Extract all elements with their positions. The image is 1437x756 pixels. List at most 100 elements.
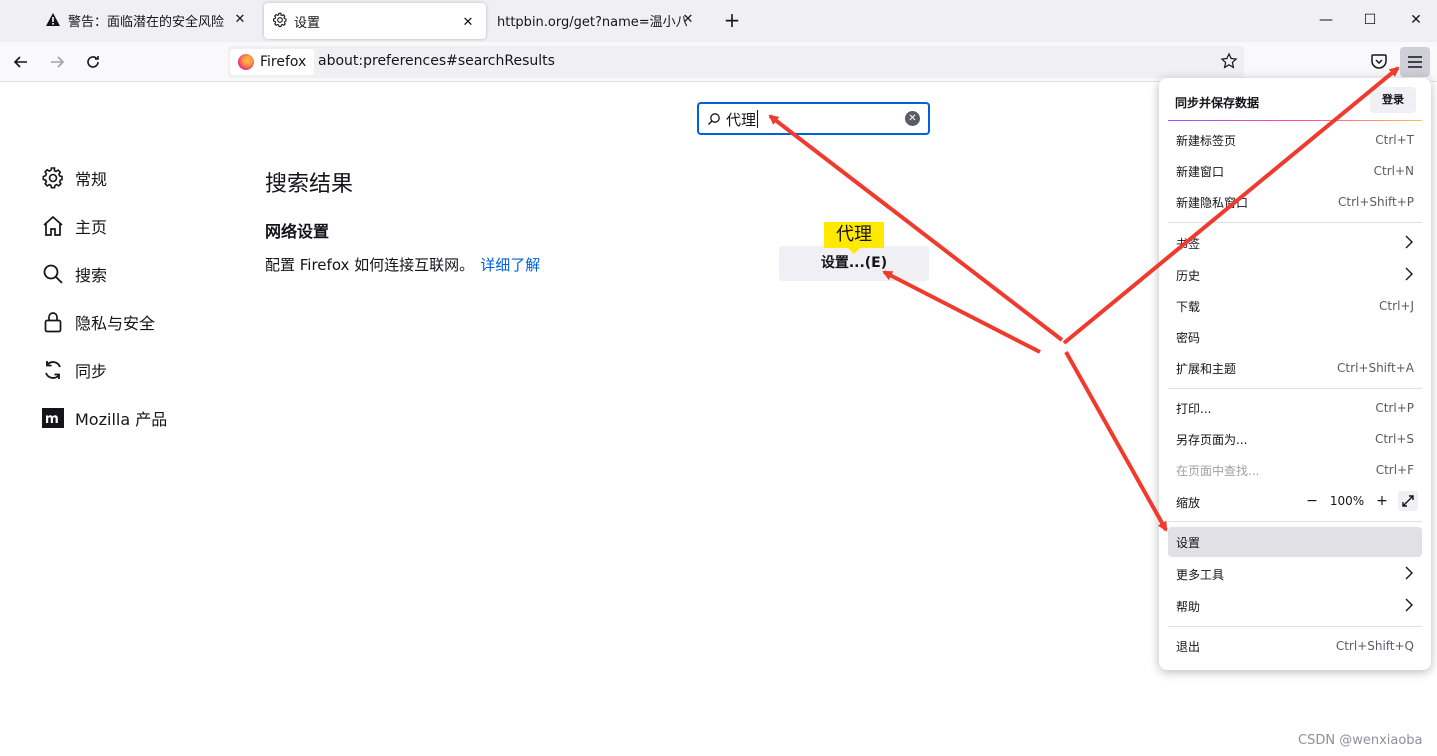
reload-icon: [87, 56, 99, 68]
url-bar[interactable]: Firefox about:preferences#searchResults: [228, 46, 1244, 78]
nav-bar: Firefox about:preferences#searchResults: [0, 42, 1437, 82]
bookmark-star-icon[interactable]: [1220, 52, 1238, 74]
menu-item-new-private-window[interactable]: 新建隐私窗口 Ctrl+Shift+P: [1168, 187, 1422, 217]
category-mozilla-products[interactable]: Mozilla 产品: [41, 406, 167, 430]
divider: [1168, 521, 1422, 522]
tab-strip: 警告：面临潜在的安全风险 ✕ 设置 ✕ httpbin.org/get?name…: [0, 0, 1437, 42]
menu-item-label: 历史: [1176, 268, 1201, 283]
category-general[interactable]: 常规: [41, 166, 107, 190]
chevron-right-icon: [1404, 235, 1414, 252]
gear-icon: [41, 166, 65, 190]
zoom-in-button[interactable]: +: [1372, 491, 1392, 511]
menu-item-new-tab[interactable]: 新建标签页 Ctrl+T: [1168, 125, 1422, 155]
menu-item-label: 退出: [1176, 639, 1201, 654]
forward-button[interactable]: [46, 51, 68, 73]
divider: [1168, 388, 1422, 389]
chevron-right-icon: [1404, 598, 1414, 615]
category-search[interactable]: 搜索: [41, 262, 107, 286]
menu-item-history[interactable]: 历史: [1168, 260, 1422, 290]
search-results-title: 搜索结果: [265, 172, 354, 197]
arrow-left-icon: [13, 56, 27, 68]
menu-item-shortcut: Ctrl+S: [1374, 432, 1414, 446]
sync-title: 同步并保存数据: [1175, 96, 1260, 110]
arrow-right-icon: [51, 56, 65, 68]
menu-item-find-in-page[interactable]: 在页面中查找... Ctrl+F: [1168, 455, 1422, 485]
category-home[interactable]: 主页: [41, 214, 107, 238]
clear-search-icon[interactable]: ✕: [905, 111, 920, 126]
close-window-button[interactable]: ✕: [1403, 8, 1429, 32]
firefox-logo-icon: [238, 54, 254, 70]
arrow-to-search-input: [768, 114, 1064, 342]
zoom-out-button[interactable]: −: [1302, 491, 1322, 511]
category-label: 搜索: [75, 266, 108, 285]
zoom-controls: − 100% +: [1302, 491, 1418, 511]
close-icon[interactable]: ✕: [680, 12, 696, 28]
menu-item-addons-themes[interactable]: 扩展和主题 Ctrl+Shift+A: [1168, 353, 1422, 383]
lock-icon: [41, 310, 65, 334]
menu-item-label: 更多工具: [1176, 567, 1225, 582]
app-menu-button[interactable]: [1400, 47, 1430, 77]
menu-item-label: 下载: [1176, 299, 1201, 314]
url-text[interactable]: about:preferences#searchResults: [318, 53, 555, 69]
menu-item-downloads[interactable]: 下载 Ctrl+J: [1168, 291, 1422, 321]
hamburger-icon: [1408, 56, 1422, 68]
mozilla-icon: [41, 406, 65, 430]
menu-item-shortcut: Ctrl+Shift+Q: [1335, 639, 1414, 653]
menu-item-label: 扩展和主题: [1176, 361, 1237, 376]
learn-more-link[interactable]: 详细了解: [480, 256, 540, 274]
menu-item-help[interactable]: 帮助: [1168, 591, 1422, 621]
menu-item-label: 新建窗口: [1176, 164, 1225, 179]
category-label: 隐私与安全: [75, 314, 156, 333]
maximize-button[interactable]: ☐: [1357, 8, 1383, 32]
menu-item-shortcut: Ctrl+N: [1373, 164, 1414, 178]
identity-box[interactable]: Firefox: [230, 49, 315, 75]
menu-item-more-tools[interactable]: 更多工具: [1168, 559, 1422, 589]
divider: [1168, 626, 1422, 627]
category-label: Mozilla 产品: [75, 410, 168, 429]
identity-label: Firefox: [260, 54, 307, 70]
menu-item-print[interactable]: 打印... Ctrl+P: [1168, 393, 1422, 423]
tab-security-warning[interactable]: 警告：面临潜在的安全风险 ✕: [36, 0, 258, 40]
tab-label: httpbin.org/get?name=温小八&a: [497, 14, 687, 30]
tab-settings[interactable]: 设置 ✕: [264, 3, 486, 39]
fullscreen-icon[interactable]: [1398, 491, 1418, 511]
text-caret: [757, 110, 758, 128]
menu-item-shortcut: Ctrl+J: [1379, 299, 1414, 313]
menu-item-label: 帮助: [1176, 599, 1201, 614]
search-icon: [707, 111, 721, 130]
menu-item-shortcut: Ctrl+F: [1375, 463, 1414, 477]
network-desc-text: 配置 Firefox 如何连接互联网。: [265, 256, 475, 274]
menu-item-new-window[interactable]: 新建窗口 Ctrl+N: [1168, 156, 1422, 186]
category-label: 同步: [75, 362, 108, 381]
menu-item-quit[interactable]: 退出 Ctrl+Shift+Q: [1168, 631, 1422, 661]
login-button[interactable]: 登录: [1370, 87, 1416, 113]
menu-item-passwords[interactable]: 密码: [1168, 322, 1422, 352]
minimize-button[interactable]: —: [1313, 8, 1339, 32]
close-icon[interactable]: ✕: [232, 12, 248, 28]
menu-item-bookmarks[interactable]: 书签: [1168, 228, 1422, 258]
zoom-level[interactable]: 100%: [1322, 494, 1372, 508]
category-privacy[interactable]: 隐私与安全: [41, 310, 155, 334]
menu-item-shortcut: Ctrl+Shift+P: [1338, 195, 1414, 209]
tab-label: 警告：面临潜在的安全风险: [68, 14, 225, 30]
new-tab-button[interactable]: +: [722, 10, 742, 30]
search-value: 代理: [726, 111, 757, 129]
menu-item-save-page[interactable]: 另存页面为... Ctrl+S: [1168, 424, 1422, 454]
pocket-icon[interactable]: [1370, 52, 1388, 74]
arrow-to-settings-button: [882, 270, 1041, 354]
category-sync[interactable]: 同步: [41, 358, 107, 382]
category-label: 常规: [75, 170, 108, 189]
menu-item-settings[interactable]: 设置: [1168, 527, 1422, 557]
menu-item-label: 新建隐私窗口: [1176, 195, 1249, 210]
menu-item-shortcut: Ctrl+Shift+A: [1337, 361, 1414, 375]
chevron-right-icon: [1404, 267, 1414, 284]
menu-item-shortcut: Ctrl+P: [1375, 401, 1414, 415]
back-button[interactable]: [10, 51, 32, 73]
reload-button[interactable]: [82, 51, 104, 73]
network-settings-heading: 网络设置: [265, 222, 330, 241]
home-icon: [41, 214, 65, 238]
tab-httpbin[interactable]: httpbin.org/get?name=温小八&a ✕: [488, 0, 710, 40]
close-icon[interactable]: ✕: [460, 15, 476, 31]
search-highlight-badge: 代理: [824, 222, 884, 254]
preferences-search-input[interactable]: 代理 ✕: [697, 102, 930, 135]
